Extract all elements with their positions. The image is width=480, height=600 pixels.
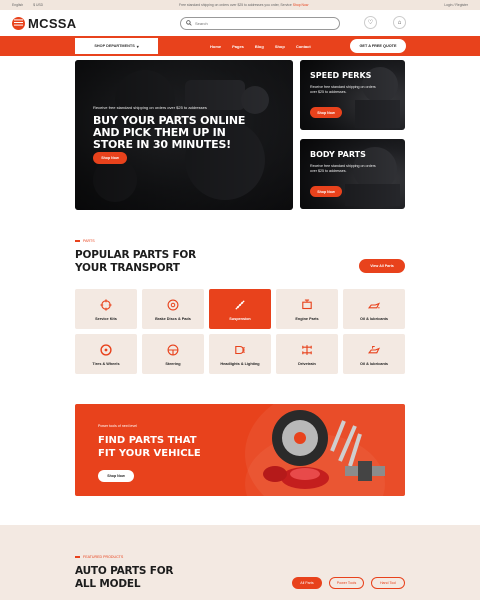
banner-subtitle: Power tools of next level: [98, 424, 137, 428]
steering-wheel-icon: [167, 344, 179, 355]
engine-icon: [302, 299, 312, 309]
hero-subtitle: Receive free standard shipping on orders…: [93, 105, 207, 110]
featured-products-section: FEATURED PRODUCTS AUTO PARTS FOR ALL MOD…: [0, 525, 480, 600]
promo-card-speed-perks: SPEED PERKS Receive free standard shippi…: [300, 60, 405, 130]
category-oil-lubricants-2[interactable]: Oil & lubricants: [343, 334, 405, 374]
nav-item-blog[interactable]: Blog: [255, 44, 264, 49]
category-engine-parts[interactable]: Engine Parts: [276, 289, 338, 329]
nav-menu: Home Pages Blog Shop Contact: [210, 36, 311, 56]
search-bar[interactable]: [180, 16, 340, 30]
featured-tag: FEATURED PRODUCTS: [75, 555, 123, 559]
tire-icon: [100, 343, 112, 356]
banner-shop-button[interactable]: Shop Now: [98, 470, 134, 482]
category-service-kits[interactable]: Service Kits: [75, 289, 137, 329]
tab-all-parts[interactable]: All Parts: [292, 577, 322, 589]
category-tires-wheels[interactable]: Tires & Wheels: [75, 334, 137, 374]
headlight-icon: [235, 345, 245, 354]
logo-icon: [12, 16, 25, 30]
category-steering[interactable]: Steering: [142, 334, 204, 374]
oil-can-icon: [367, 345, 381, 353]
nav-item-pages[interactable]: Pages: [232, 44, 244, 49]
promo-card-title: BODY PARTS: [310, 150, 366, 159]
hero-banner: Receive free standard shipping on orders…: [75, 60, 293, 210]
promo-card-shop-button[interactable]: Shop Now: [310, 186, 342, 197]
promo-message: Free standard shipping on orders over $2…: [179, 3, 309, 7]
category-brake-discs[interactable]: Brake Discs & Pads: [142, 289, 204, 329]
promo-card-body-parts: BODY PARTS Receive free standard shippin…: [300, 139, 405, 209]
featured-title: AUTO PARTS FOR ALL MODEL: [75, 565, 174, 590]
nav-item-contact[interactable]: Contact: [296, 44, 311, 49]
currency-selector[interactable]: $ USD: [33, 3, 43, 7]
language-selector[interactable]: English: [12, 3, 23, 7]
promo-card-text: Receive free standard shipping on orders…: [310, 164, 376, 173]
promo-card-shop-button[interactable]: Shop Now: [310, 107, 342, 118]
logo[interactable]: MCSSA: [12, 16, 76, 31]
nav-item-shop[interactable]: Shop: [275, 44, 285, 49]
auto-parts-image: [263, 410, 385, 489]
section-tag: PARTS: [75, 239, 95, 243]
find-parts-banner: Power tools of next level FIND PARTS THA…: [75, 404, 405, 496]
login-link[interactable]: Login / Register: [444, 3, 468, 7]
drivetrain-icon: [302, 344, 312, 355]
suspension-icon: [235, 299, 245, 310]
category-headlights[interactable]: Headlights & Lighting: [209, 334, 271, 374]
promo-link[interactable]: Shop Now: [293, 3, 309, 7]
view-all-parts-button[interactable]: View All Parts: [359, 259, 405, 273]
search-icon: [186, 20, 192, 26]
category-suspension[interactable]: Suspension: [209, 289, 271, 329]
oil-can-icon: [367, 302, 381, 308]
cart-icon: ⌂: [397, 19, 402, 26]
shop-departments-dropdown[interactable]: SHOP DEPARTMENTS ▾: [75, 38, 158, 54]
category-oil-lubricants[interactable]: Oil & lubricants: [343, 289, 405, 329]
wishlist-button[interactable]: ♡: [364, 16, 377, 29]
brake-disc-icon: [167, 299, 179, 310]
service-kit-icon: [100, 298, 112, 311]
promo-card-title: SPEED PERKS: [310, 71, 372, 80]
heart-icon: ♡: [367, 20, 374, 26]
tab-power-tools[interactable]: Power Tools: [329, 577, 364, 589]
cart-button[interactable]: ⌂: [393, 16, 406, 29]
header: MCSSA ♡ ⌂: [0, 10, 480, 36]
section-title: POPULAR PARTS FOR YOUR TRANSPORT: [75, 249, 197, 274]
tab-hand-tool[interactable]: Hand Tool: [371, 577, 405, 589]
banner-title: FIND PARTS THAT FIT YOUR VEHICLE: [98, 435, 201, 459]
main-navbar: SHOP DEPARTMENTS ▾ Home Pages Blog Shop …: [0, 36, 480, 56]
nav-item-home[interactable]: Home: [210, 44, 221, 49]
category-drivetrain[interactable]: Drivetrain: [276, 334, 338, 374]
top-bar: English $ USD Free standard shipping on …: [0, 0, 480, 10]
hero-shop-button[interactable]: Shop Now: [93, 152, 127, 164]
hero-title: BUY YOUR PARTS ONLINE AND PICK THEM UP I…: [93, 114, 246, 151]
promo-card-text: Receive free standard shipping on orders…: [310, 85, 376, 94]
free-quote-button[interactable]: GET A FREE QUOTE: [350, 39, 406, 53]
chevron-down-icon: ▾: [136, 44, 139, 49]
search-input[interactable]: [195, 20, 325, 26]
